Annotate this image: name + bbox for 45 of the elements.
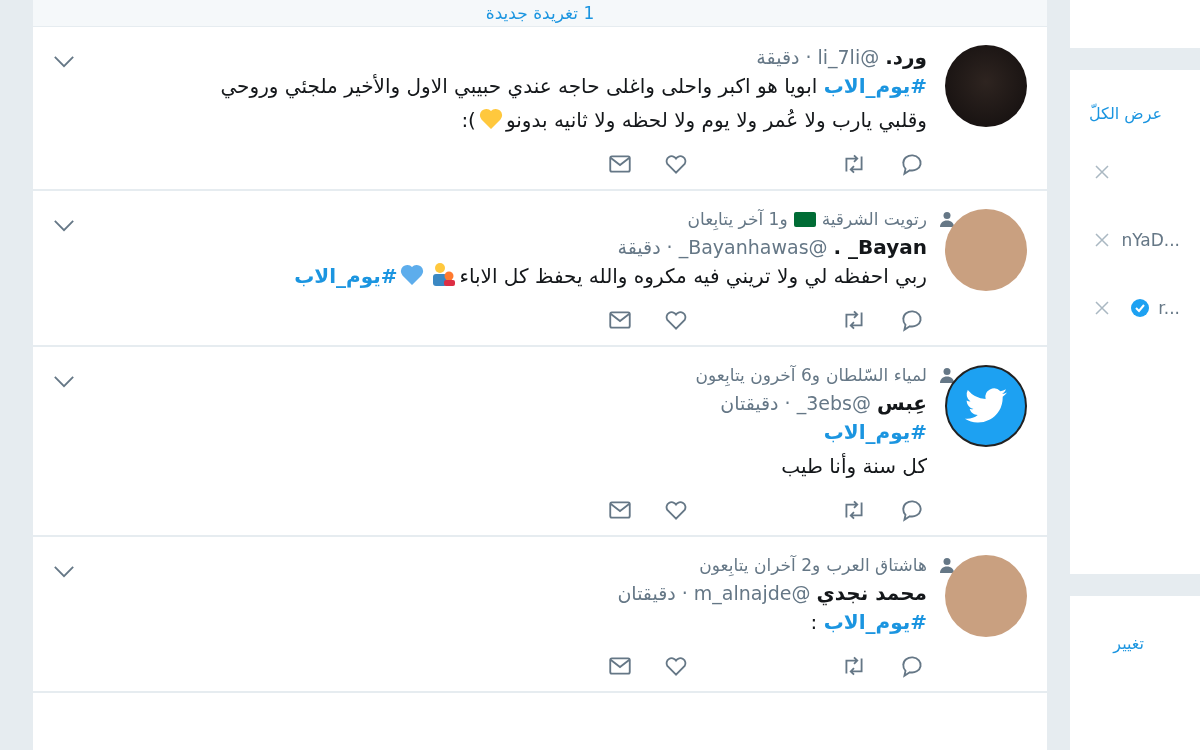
tweet-text: ربي احفظه لي ولا تريني فيه مكروه والله يحفظ كل الاباء #يوم_الاب bbox=[294, 261, 927, 291]
new-tweets-bar[interactable]: 1 تغريدة جديدة bbox=[33, 0, 1047, 27]
hashtag-link[interactable]: #يوم_الاب bbox=[823, 610, 927, 634]
tweet-text: #يوم_الاب : bbox=[810, 609, 927, 636]
flag-icon bbox=[793, 211, 816, 227]
suggestion-name[interactable]: r... bbox=[1158, 298, 1180, 318]
user-name[interactable]: عِبس bbox=[876, 391, 927, 415]
caret-icon[interactable] bbox=[53, 55, 75, 68]
user-handle[interactable]: @li_7li bbox=[817, 46, 880, 68]
context-text: و6 آخرون يتابِعون bbox=[695, 365, 820, 385]
suggestion-name[interactable]: nYaD... bbox=[1121, 230, 1180, 250]
tweet-text: كل سنة وأنا طيب bbox=[781, 452, 927, 480]
context-text: و2 آخران يتابِعون bbox=[699, 555, 821, 575]
caret-icon[interactable] bbox=[53, 375, 75, 388]
change-link[interactable]: تغيير bbox=[1113, 634, 1146, 653]
context-name[interactable]: هاشتاق العرب bbox=[826, 555, 927, 575]
separator-dot: · bbox=[681, 582, 688, 604]
separator-dot: · bbox=[784, 392, 791, 414]
person-icon bbox=[939, 211, 955, 227]
user-handle[interactable]: @3ebs_ bbox=[796, 392, 871, 414]
context-name[interactable]: رتويت الشرقية bbox=[821, 209, 927, 229]
tweet-time[interactable]: دقيقة bbox=[617, 236, 661, 258]
view-all-link[interactable]: عرض الكلّ bbox=[1088, 104, 1164, 123]
context-name[interactable]: لمياء السّلطان bbox=[825, 365, 927, 385]
reply-icon[interactable] bbox=[899, 497, 925, 523]
person-icon bbox=[939, 557, 955, 573]
tweet-time[interactable]: دقيقتان bbox=[720, 392, 779, 414]
user-handle[interactable]: @Bayanhawas_ bbox=[678, 236, 828, 258]
person-icon bbox=[939, 367, 955, 383]
user-name[interactable]: محمد نجدي bbox=[816, 581, 927, 605]
verified-icon bbox=[1130, 298, 1151, 318]
caret-icon[interactable] bbox=[53, 219, 75, 232]
hashtag-link[interactable]: #يوم_الاب bbox=[294, 264, 398, 288]
context-text: و1 آخر يتابِعان bbox=[687, 209, 788, 229]
user-handle[interactable]: @m_alnajde bbox=[693, 582, 811, 604]
separator-dot: · bbox=[805, 46, 812, 68]
hashtag-link[interactable]: #يوم_الاب bbox=[823, 74, 927, 98]
tweet-text: #يوم_الاب ابويا هو اكبر واحلى واغلى حاجه عندي حبيبي الاول والأخير ملجئي وروحي وقلبي يارب ولا عُمر ولا يوم ولا لحظه ولا ثانيه بدونو ): bbox=[219, 73, 927, 135]
separator-dot: · bbox=[666, 236, 673, 258]
user-name[interactable]: Bayan_ . bbox=[833, 235, 927, 259]
caret-icon[interactable] bbox=[53, 565, 75, 578]
tweet-time[interactable]: دقيقتان bbox=[617, 582, 676, 604]
hashtag-link[interactable]: #يوم_الاب bbox=[823, 420, 927, 444]
user-name[interactable]: ورد. bbox=[885, 45, 927, 69]
tweet-time[interactable]: دقيقة bbox=[756, 46, 800, 68]
